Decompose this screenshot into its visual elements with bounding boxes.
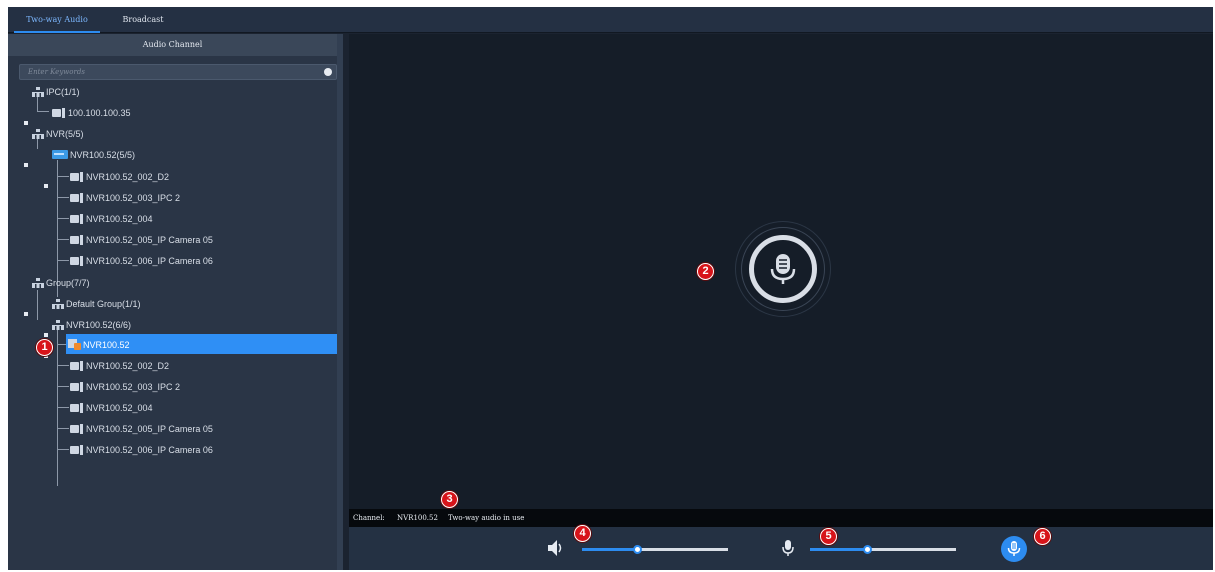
group-icon [32, 87, 44, 98]
microphone-icon [770, 254, 796, 284]
search-input[interactable] [20, 65, 316, 79]
audio-display [349, 34, 1213, 509]
panel-title: Audio Channel [8, 34, 337, 56]
tree-node-channel[interactable]: NVR100.52_003_IPC 2 [70, 376, 180, 396]
tree-line [37, 111, 49, 112]
tree-line [57, 386, 69, 387]
tree-line [57, 176, 69, 177]
tree-line [37, 290, 38, 320]
tree-node-channel[interactable]: NVR100.52_005_IP Camera 05 [70, 229, 213, 249]
tree-node-channel[interactable]: NVR100.52_003_IPC 2 [70, 187, 180, 207]
tree-node-channel[interactable]: NVR100.52_006_IP Camera 06 [70, 250, 213, 270]
camera-icon [70, 402, 84, 413]
camera-icon [52, 107, 66, 118]
tree-line [57, 218, 69, 219]
tree-node-group[interactable]: Group(7/7) [32, 272, 90, 292]
camera-icon [70, 192, 84, 203]
tab-broadcast[interactable]: Broadcast [108, 7, 178, 33]
group-icon [32, 278, 44, 289]
tree-node-ipc-camera[interactable]: 100.100.100.35 [52, 102, 131, 122]
expand-toggle[interactable] [24, 312, 28, 316]
microphone-icon[interactable] [782, 539, 794, 557]
callout-5: 5 [820, 528, 837, 545]
search-icon[interactable] [324, 68, 332, 76]
tree-line [57, 428, 69, 429]
tree-line [57, 197, 69, 198]
two-way-audio-indicator[interactable] [735, 221, 831, 317]
callout-4: 4 [574, 525, 591, 542]
callout-1: 1 [36, 339, 53, 356]
channel-label: Channel: [353, 514, 385, 522]
expand-toggle[interactable] [24, 121, 28, 125]
tree-node-channel[interactable]: NVR100.52_004 [70, 208, 153, 228]
tree-line [57, 407, 69, 408]
mic-volume-fill [810, 548, 867, 551]
camera-icon [70, 381, 84, 392]
camera-icon [70, 171, 84, 182]
group-icon [52, 299, 64, 310]
group-icon [52, 320, 64, 331]
camera-icon [70, 255, 84, 266]
tree-line [57, 260, 69, 261]
nvr-icon [52, 150, 68, 160]
tree-node-channel[interactable]: NVR100.52_002_D2 [70, 166, 169, 186]
tree-node-channel[interactable]: NVR100.52_006_IP Camera 06 [70, 439, 213, 459]
search-box [19, 64, 337, 80]
nvr-icon [68, 339, 81, 351]
tree-node-default-group[interactable]: Default Group(1/1) [52, 293, 141, 313]
talk-button[interactable] [1001, 536, 1027, 562]
status-message: Two-way audio in use [448, 514, 525, 522]
channel-value: NVR100.52 [397, 514, 438, 522]
tree-node-channel[interactable]: NVR100.52_004 [70, 397, 153, 417]
microphone-ring [749, 235, 817, 303]
tab-bar: Two-way Audio Broadcast [8, 7, 1213, 33]
tree-node-nvr-device[interactable]: NVR100.52(5/5) [52, 144, 135, 164]
mic-volume-slider[interactable] [810, 545, 956, 554]
expand-toggle[interactable] [44, 333, 48, 337]
tree-node-selected-nvr[interactable]: NVR100.52 [66, 334, 337, 354]
camera-icon [70, 360, 84, 371]
tree-node-nvr[interactable]: NVR(5/5) [32, 123, 84, 143]
camera-icon [70, 234, 84, 245]
tree-line [57, 239, 69, 240]
speaker-volume-slider[interactable] [582, 545, 728, 554]
microphone-icon [1007, 541, 1021, 556]
audio-controls [349, 527, 1213, 570]
tree-node-channel[interactable]: NVR100.52_002_D2 [70, 355, 169, 375]
status-bar: Channel: NVR100.52 Two-way audio in use [349, 509, 1213, 527]
app-window: Two-way Audio Broadcast Audio Channel En… [8, 7, 1213, 570]
channel-tree: IPC(1/1) 100.100.100.35 NVR(5/5) NVR100.… [8, 81, 337, 521]
speaker-icon[interactable] [547, 539, 563, 557]
camera-icon [70, 423, 84, 434]
expand-toggle[interactable] [24, 163, 28, 167]
speaker-volume-fill [582, 548, 638, 551]
speaker-volume-knob[interactable] [633, 545, 643, 554]
callout-3: 3 [441, 491, 458, 508]
channel-panel: Audio Channel Enter Keywords IPC(1/1) 10… [8, 34, 343, 570]
camera-icon [70, 213, 84, 224]
callout-2: 2 [697, 263, 714, 280]
mic-volume-knob[interactable] [862, 545, 872, 554]
callout-6: 6 [1034, 528, 1051, 545]
tree-line [57, 365, 69, 366]
tree-node-ipc[interactable]: IPC(1/1) [32, 81, 80, 101]
tree-line [57, 449, 69, 450]
tree-node-nvr-group[interactable]: NVR100.52(6/6) [52, 314, 131, 334]
tree-node-channel[interactable]: NVR100.52_005_IP Camera 05 [70, 418, 213, 438]
camera-icon [70, 444, 84, 455]
expand-toggle[interactable] [44, 184, 48, 188]
group-icon [32, 129, 44, 140]
tab-two-way-audio[interactable]: Two-way Audio [14, 7, 100, 33]
audio-pane: Channel: NVR100.52 Two-way audio in use [349, 34, 1213, 570]
